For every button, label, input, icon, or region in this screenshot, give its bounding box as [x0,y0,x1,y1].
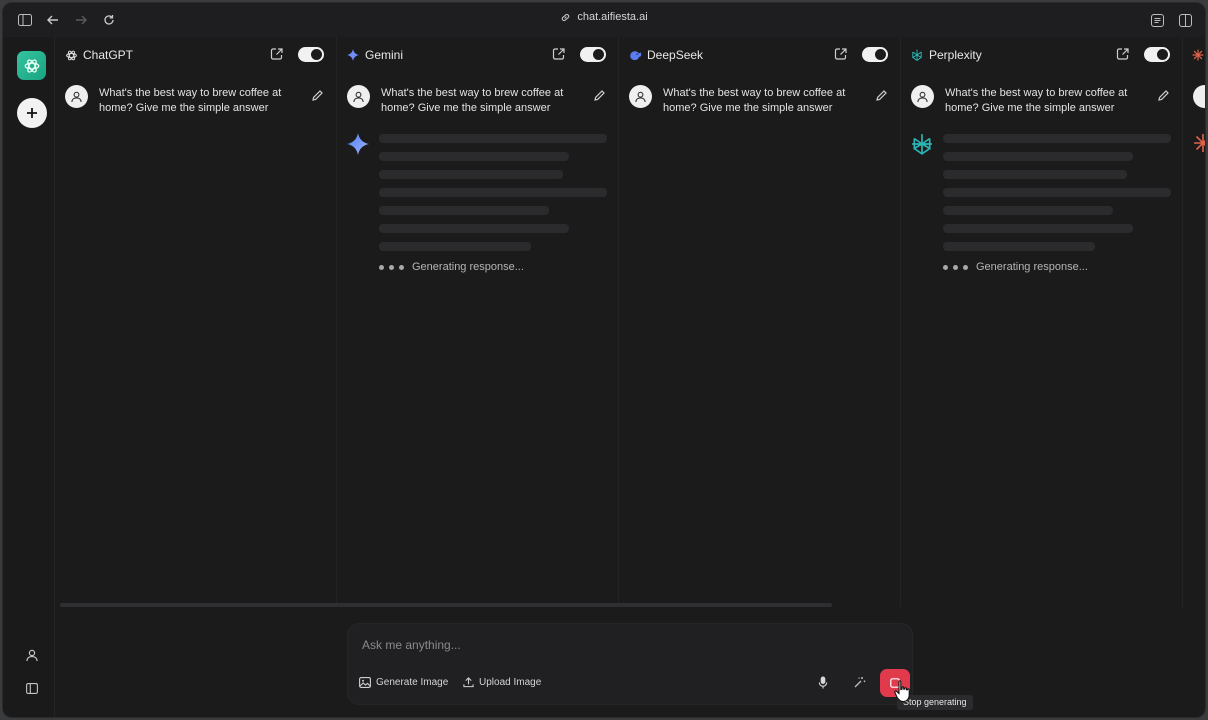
share-icon[interactable] [552,47,568,63]
hand-pointer-cursor-icon [893,679,915,705]
loading-dot [953,264,958,270]
share-icon[interactable] [1116,47,1132,63]
browser-toolbar: chat.aifiesta.ai [3,3,1205,37]
user-message: What's the best way to brew coffee at ho… [347,85,607,121]
generating-status-text: Generating response... [976,261,1088,273]
loading-dot [379,264,384,270]
generating-status: Generating response... [379,261,524,273]
model-column-deepseek: DeepSeek What's the best way to brew cof… [619,37,901,607]
user-message: What's the best way to brew coffee at ho… [65,85,325,121]
plus-icon [27,108,37,118]
partial-model-icon [1191,48,1205,62]
gemini-sparkle-icon [346,48,360,62]
perplexity-icon [910,48,924,62]
generating-status: Generating response... [943,261,1088,273]
share-icon[interactable] [834,47,850,63]
generating-status-text: Generating response... [412,261,524,273]
prompt-input[interactable] [362,637,762,653]
model-column-partial [1183,37,1205,607]
upload-image-button[interactable]: Upload Image [463,673,541,691]
loading-skeleton-line [379,206,549,215]
loading-skeleton-line [943,242,1095,251]
loading-skeleton-line [379,152,569,161]
loading-dot [389,264,394,270]
user-avatar-icon [911,85,934,108]
enhance-prompt-button[interactable] [845,668,873,696]
loading-dot [943,264,948,270]
edit-pencil-icon[interactable] [875,89,889,103]
user-message-text: What's the best way to brew coffee at ho… [381,87,564,114]
loading-skeleton-line [943,134,1171,143]
chat-composer: Generate Image Upload Image [347,623,913,705]
loading-skeleton-line [379,134,607,143]
edit-pencil-icon[interactable] [311,89,325,103]
edit-pencil-icon[interactable] [1157,89,1171,103]
loading-skeleton-line [379,170,563,179]
model-enable-toggle[interactable] [862,47,888,62]
generate-image-button[interactable]: Generate Image [359,673,448,691]
user-message-text: What's the best way to brew coffee at ho… [99,87,282,114]
user-message-text: What's the best way to brew coffee at ho… [663,87,846,114]
model-name: Gemini [365,48,404,62]
model-enable-toggle[interactable] [1144,47,1170,62]
model-name: ChatGPT [83,48,134,62]
column-header: Perplexity [901,37,1182,73]
deepseek-icon [628,48,642,62]
user-avatar-icon [347,85,370,108]
new-chat-button[interactable] [17,98,47,128]
upload-image-label: Upload Image [479,676,542,688]
loading-skeleton-line [943,170,1127,179]
split-view-icon[interactable] [1171,6,1199,34]
url-text: chat.aifiesta.ai [577,11,648,23]
partial-response-icon [1193,133,1205,158]
app-logo-icon[interactable] [17,51,46,80]
model-name: DeepSeek [647,48,704,62]
horizontal-scrollbar[interactable] [60,603,832,607]
account-icon[interactable] [22,645,42,665]
column-header: Gemini [337,37,618,73]
magic-wand-icon [854,676,865,687]
model-enable-toggle[interactable] [298,47,324,62]
user-message-text: What's the best way to brew coffee at ho… [945,87,1128,114]
loading-dot [963,264,968,270]
user-avatar-icon [629,85,652,108]
user-message: What's the best way to brew coffee at ho… [629,85,889,121]
loading-dot [399,264,404,270]
microphone-icon [818,676,828,689]
panel-toggle-icon[interactable] [22,678,42,698]
loading-skeleton-line [379,224,569,233]
browser-window: chat.aifiesta.ai ChatGPT What's the best… [2,2,1206,718]
address-bar[interactable]: chat.aifiesta.ai [3,11,1205,23]
share-icon[interactable] [270,47,286,63]
chatgpt-icon [64,48,78,62]
user-avatar-icon [65,85,88,108]
microphone-button[interactable] [809,668,837,696]
upload-icon [463,676,474,687]
gemini-response-icon [347,133,369,155]
perplexity-response-icon [911,133,933,155]
loading-skeleton-line [943,188,1171,197]
loading-skeleton-line [943,224,1133,233]
model-column-perplexity: Perplexity What's the best way to brew c… [901,37,1183,607]
loading-skeleton-line [943,206,1113,215]
left-rail [3,37,55,717]
user-message: What's the best way to brew coffee at ho… [911,85,1171,121]
model-enable-toggle[interactable] [580,47,606,62]
model-column-chatgpt: ChatGPT What's the best way to brew coff… [55,37,337,607]
image-icon [359,676,371,688]
link-icon [562,13,570,21]
loading-skeleton-line [379,188,607,197]
model-columns: ChatGPT What's the best way to brew coff… [55,37,1205,607]
model-column-gemini: Gemini What's the best way to brew coffe… [337,37,619,607]
column-header: ChatGPT [55,37,336,73]
loading-skeleton-line [943,152,1133,161]
model-name: Perplexity [929,48,982,62]
loading-skeleton-line [379,242,531,251]
edit-pencil-icon[interactable] [593,89,607,103]
reader-icon[interactable] [1143,6,1171,34]
column-header: DeepSeek [619,37,900,73]
generate-image-label: Generate Image [376,676,449,688]
user-avatar-icon [1193,85,1205,108]
